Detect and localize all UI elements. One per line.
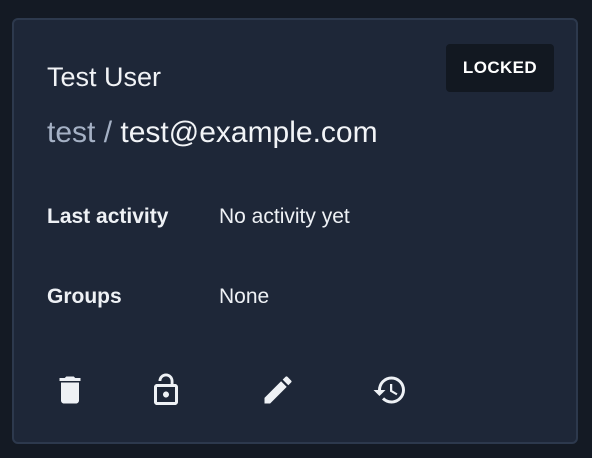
last-activity-value: No activity yet [219, 205, 350, 228]
last-activity-label: Last activity [47, 205, 169, 228]
trash-icon [59, 376, 81, 404]
identity-separator: / [103, 116, 113, 149]
groups-value: None [219, 285, 270, 308]
groups-label: Groups [47, 285, 122, 308]
edit-button[interactable] [258, 370, 298, 410]
user-identity: test / test@example.com [47, 114, 378, 152]
user-display-name: Test User [47, 62, 162, 92]
username: test [47, 116, 96, 149]
pencil-icon [264, 376, 292, 404]
user-card: Test User LOCKED test / test@example.com… [12, 18, 578, 444]
history-icon [373, 376, 405, 404]
unlock-icon [154, 373, 178, 405]
user-email: test@example.com [120, 116, 378, 149]
delete-button[interactable] [50, 370, 90, 410]
unlock-button[interactable] [146, 370, 186, 410]
status-badge: LOCKED [446, 44, 554, 92]
history-button[interactable] [370, 370, 410, 410]
